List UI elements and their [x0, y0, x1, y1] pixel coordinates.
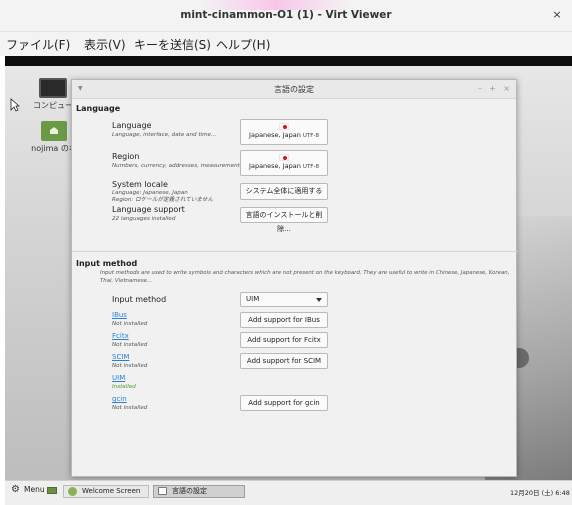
input-method-description-1: Input methods are used to write symbols … — [100, 270, 510, 276]
taskbar-window-label: 言語の設定 — [172, 487, 207, 495]
gcin-link[interactable]: gcin — [112, 395, 127, 403]
language-button[interactable]: Japanese, Japan UTF-8 — [240, 119, 328, 145]
system-locale-label: System locale — [112, 180, 168, 189]
scim-link[interactable]: SCIM — [112, 353, 129, 361]
input-method-select-value: UIM — [246, 295, 260, 303]
window-close-button[interactable]: × — [550, 8, 564, 22]
scim-status: Not installed — [112, 363, 148, 369]
apply-system-wide-button[interactable]: システム全体に適用する — [240, 183, 328, 200]
menu-file[interactable]: ファイル(F) — [6, 36, 70, 53]
menu-help[interactable]: ヘルプ(H) — [216, 36, 270, 53]
uim-link[interactable]: UIM — [112, 374, 125, 382]
taskbar: ⚙ Menu Welcome Screen 言語の設定 12月20日 (土) 6… — [5, 480, 572, 505]
language-sub: Language, interface, date and time... — [112, 132, 217, 138]
language-settings-dialog: ▼ 言語の設定 – + × Language Language Language… — [71, 79, 518, 477]
language-button-label: Japanese, Japan — [249, 131, 301, 139]
mint-logo-icon — [68, 487, 77, 496]
fcitx-link[interactable]: Fcitx — [112, 332, 129, 340]
region-button[interactable]: Japanese, Japan UTF-8 — [240, 150, 328, 176]
menu-button[interactable]: Menu — [24, 485, 45, 494]
minimize-button[interactable]: – — [478, 84, 482, 93]
section-title-language: Language — [76, 104, 121, 113]
add-scim-button[interactable]: Add support for SCIM — [240, 353, 328, 369]
region-encoding: UTF-8 — [302, 164, 319, 170]
input-method-select[interactable]: UIM — [240, 292, 328, 307]
dialog-titlebar[interactable]: ▼ 言語の設定 – + × — [72, 80, 516, 99]
section-title-input-method: Input method — [76, 259, 138, 268]
section-divider — [72, 251, 518, 252]
language-support-label: Language support — [112, 205, 185, 214]
window-icon — [158, 487, 167, 495]
japan-flag-icon — [279, 154, 289, 161]
language-label: Language — [112, 121, 152, 130]
system-locale-region: Region: ロケールが定義されていません — [112, 197, 214, 203]
add-gcin-button[interactable]: Add support for gcin — [240, 395, 328, 411]
add-fcitx-button[interactable]: Add support for Fcitx — [240, 332, 328, 348]
add-ibus-button[interactable]: Add support for IBus — [240, 312, 328, 328]
region-button-label: Japanese, Japan — [249, 162, 301, 170]
home-folder-icon — [41, 121, 67, 141]
dialog-title: 言語の設定 — [274, 85, 314, 94]
clock[interactable]: 12月20日 (土) 6:48 — [510, 487, 570, 497]
gcin-status: Not installed — [112, 405, 148, 411]
menu-send-key[interactable]: キーを送信(S) — [134, 36, 211, 53]
language-support-sub: 22 languages installed — [112, 216, 176, 222]
taskbar-window-label: Welcome Screen — [82, 487, 141, 495]
language-encoding: UTF-8 — [302, 133, 319, 139]
input-method-description-2: Thai, Vietnamese... — [100, 278, 153, 284]
install-remove-languages-button[interactable]: 言語のインストールと削除... — [240, 207, 328, 233]
system-locale-language: Language: Japanese, Japan — [112, 190, 188, 196]
input-method-label: Input method — [112, 295, 167, 304]
viewer-menubar: ファイル(F) 表示(V) キーを送信(S) ヘルプ(H) — [0, 32, 572, 56]
viewer-titlebar: mint-cinammon-O1 (1) - Virt Viewer × — [0, 0, 572, 32]
mouse-pointer-icon — [10, 98, 20, 112]
ibus-status: Not installed — [112, 321, 148, 327]
show-desktop-icon[interactable] — [47, 487, 57, 494]
region-label: Region — [112, 152, 140, 161]
maximize-button[interactable]: + — [489, 84, 496, 93]
uim-status: Installed — [112, 384, 136, 390]
computer-icon — [39, 78, 67, 98]
menu-view[interactable]: 表示(V) — [84, 36, 126, 53]
close-button[interactable]: × — [503, 84, 510, 93]
ibus-link[interactable]: IBus — [112, 311, 127, 319]
taskbar-window-language[interactable]: 言語の設定 — [153, 485, 245, 498]
japan-flag-icon — [279, 123, 289, 130]
menu-icon[interactable]: ⚙ — [11, 485, 20, 495]
chevron-down-icon — [316, 298, 322, 302]
guest-display[interactable]: コンピュー nojima のホ ▼ 言語の設定 – + × Language L… — [5, 56, 572, 505]
taskbar-window-welcome[interactable]: Welcome Screen — [63, 485, 149, 498]
region-sub: Numbers, currency, addresses, measuremen… — [112, 163, 246, 169]
fcitx-status: Not installed — [112, 342, 148, 348]
window-title: mint-cinammon-O1 (1) - Virt Viewer — [180, 9, 392, 21]
desktop[interactable]: コンピュー nojima のホ ▼ 言語の設定 – + × Language L… — [5, 66, 572, 480]
